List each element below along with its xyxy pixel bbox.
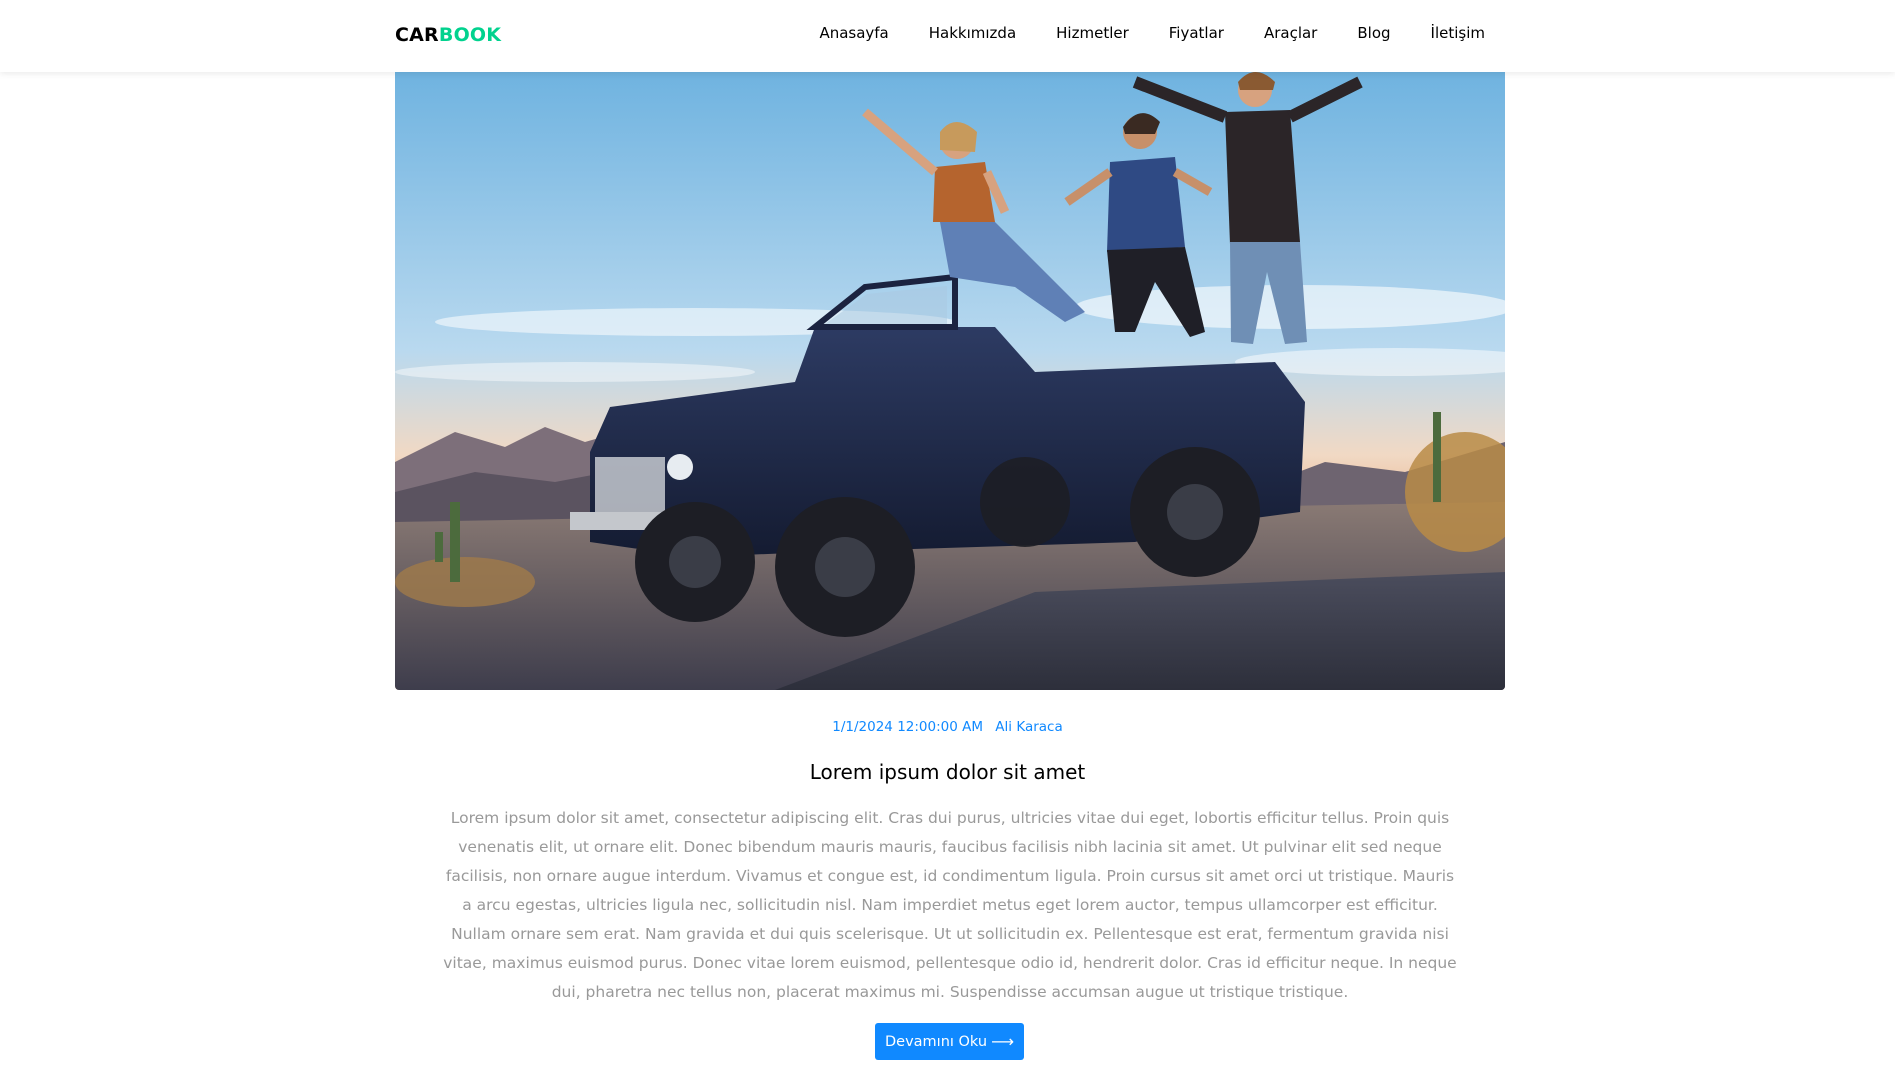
nav-item-anasayfa[interactable]: Anasayfa [819,24,888,42]
read-more-button[interactable]: Devamını Oku ⟶ [875,1023,1024,1060]
brand-logo-part1: CAR [395,24,439,46]
brand-logo[interactable]: CARBOOK [395,24,501,46]
post-hero-image [395,72,1505,690]
post-title[interactable]: Lorem ipsum dolor sit amet [0,760,1895,784]
arrow-right-icon: ⟶ [991,1031,1015,1051]
post-date[interactable]: 1/1/2024 12:00:00 AM [832,719,983,735]
nav-item-hizmetler[interactable]: Hizmetler [1056,24,1129,42]
post-meta: 1/1/2024 12:00:00 AM Ali Karaca [0,719,1895,735]
nav-menu: Anasayfa Hakkımızda Hizmetler Fiyatlar A… [819,24,1485,42]
nav-item-fiyatlar[interactable]: Fiyatlar [1169,24,1224,42]
nav-item-iletisim[interactable]: İletişim [1431,24,1485,42]
hero-illustration [395,72,1505,690]
top-navbar: CARBOOK Anasayfa Hakkımızda Hizmetler Fi… [0,0,1895,72]
nav-item-blog[interactable]: Blog [1357,24,1390,42]
nav-item-araclar[interactable]: Araçlar [1264,24,1317,42]
read-more-label: Devamını Oku [884,1033,988,1050]
post-excerpt: Lorem ipsum dolor sit amet, consectetur … [443,809,1457,1001]
nav-item-hakkimizda[interactable]: Hakkımızda [929,24,1016,42]
brand-logo-part2: BOOK [438,24,502,46]
post-author[interactable]: Ali Karaca [995,719,1062,735]
